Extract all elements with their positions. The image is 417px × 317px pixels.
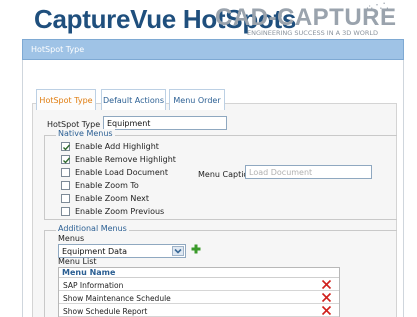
enable-zoom-to-checkbox[interactable]	[61, 181, 70, 190]
window-titlebar: HotSpot Type	[22, 39, 404, 60]
menus-select[interactable]: Equipment Data	[58, 244, 186, 258]
hotspot-type-label: HotSpot Type	[47, 120, 101, 129]
table-row[interactable]: Show Schedule Report	[59, 305, 339, 317]
add-menu-button[interactable]	[191, 244, 201, 257]
table-row[interactable]: Show Maintenance Schedule	[59, 292, 339, 304]
check-icon	[63, 144, 71, 151]
delete-x-icon	[321, 279, 332, 290]
menu-list-table: Menu Name SAP Information Show Maintenan…	[58, 267, 340, 317]
check-icon	[63, 157, 71, 164]
enable-remove-highlight-label: Enable Remove Highlight	[75, 155, 176, 164]
enable-load-document-label: Enable Load Document	[75, 168, 168, 177]
enable-zoom-next-label: Enable Zoom Next	[75, 194, 150, 203]
enable-zoom-to-label: Enable Zoom To	[75, 181, 139, 190]
enable-load-document-checkbox[interactable]	[61, 168, 70, 177]
tab-default-actions[interactable]: Default Actions	[101, 89, 166, 110]
app-header: CaptureVue HotSpots CAD-CAPTURE ⁘⁚⁛ ENGI…	[0, 0, 417, 44]
native-menus-legend: Native Menus	[56, 129, 115, 138]
menu-name-column-header: Menu Name	[59, 268, 339, 278]
delete-x-icon	[321, 305, 332, 316]
table-row[interactable]: SAP Information	[59, 279, 339, 291]
delete-row-button[interactable]	[321, 279, 332, 293]
delete-x-icon	[321, 292, 332, 303]
window-title: HotSpot Type	[31, 45, 85, 54]
enable-zoom-previous-checkbox[interactable]	[61, 207, 70, 216]
delete-row-button[interactable]	[321, 305, 332, 317]
enable-zoom-next-checkbox[interactable]	[61, 194, 70, 203]
brand-tagline: ENGINEERING SUCCESS IN A 3D WORLD	[247, 29, 379, 37]
enable-add-highlight-checkbox[interactable]	[61, 142, 71, 151]
menu-name-cell: SAP Information	[63, 281, 124, 290]
menu-name-cell: Show Maintenance Schedule	[63, 294, 171, 303]
chevron-down-icon	[174, 248, 182, 254]
enable-add-highlight-label: Enable Add Highlight	[75, 142, 159, 151]
menus-label: Menus	[58, 234, 85, 243]
tab-menu-order[interactable]: Menu Order	[169, 89, 225, 110]
additional-menus-legend: Additional Menus	[56, 224, 129, 233]
select-arrow[interactable]	[172, 246, 184, 256]
tab-hotspot-type[interactable]: HotSpot Type	[36, 89, 96, 110]
plus-icon	[191, 244, 201, 254]
menu-caption-input[interactable]: Load Document	[245, 165, 372, 179]
enable-remove-highlight-checkbox[interactable]	[61, 155, 71, 164]
menus-select-value: Equipment Data	[62, 247, 128, 256]
delete-row-button[interactable]	[321, 292, 332, 306]
menu-list-label: Menu List	[58, 257, 97, 266]
menu-name-cell: Show Schedule Report	[63, 307, 148, 316]
hotspot-type-input[interactable]: Equipment	[103, 116, 227, 130]
enable-zoom-previous-label: Enable Zoom Previous	[75, 207, 165, 216]
brand-dots-icon: ⁘⁚⁛	[365, 2, 390, 15]
